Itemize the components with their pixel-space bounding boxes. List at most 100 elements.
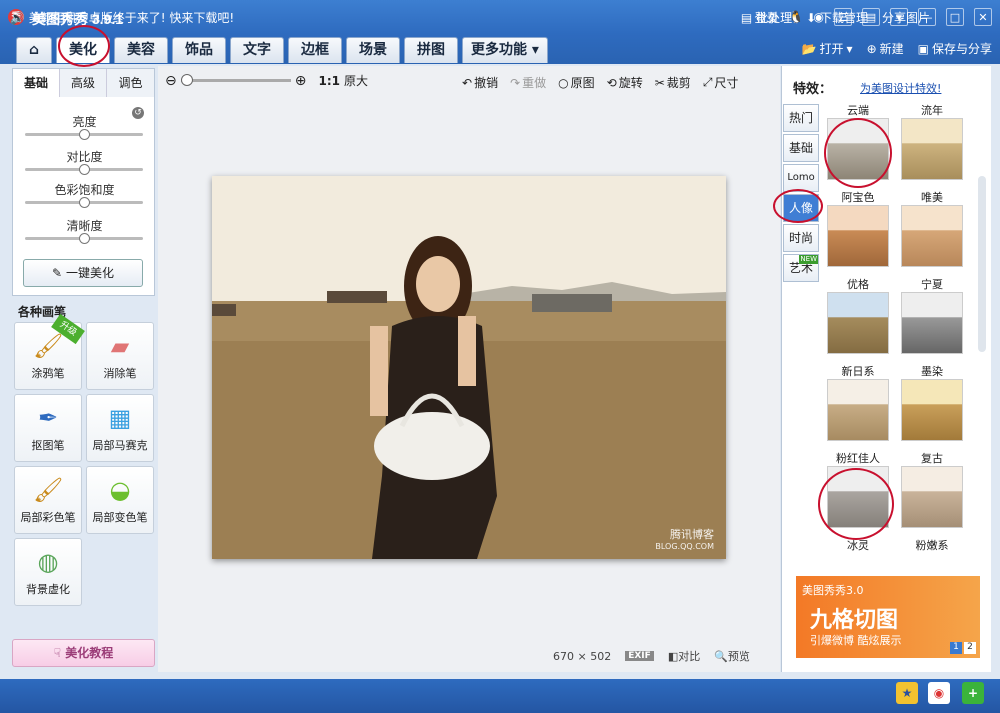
paintbrush-icon: 🖌 xyxy=(33,332,64,360)
background-blur-button[interactable]: ◍ 背景虚化 xyxy=(14,538,82,606)
original-button[interactable]: ○ 原图 xyxy=(558,74,595,91)
open-button[interactable]: 📂 打开 ▾ xyxy=(802,40,853,57)
subtab-advanced[interactable]: 高级 xyxy=(60,69,107,97)
brightness-slider[interactable] xyxy=(25,129,143,140)
photo-dimensions: 670 × 502 xyxy=(553,650,611,663)
tab-beauty[interactable]: 美容 xyxy=(114,37,168,63)
recolor-brush-button[interactable]: ◒ 局部变色笔 xyxy=(86,466,154,534)
effect-fugu[interactable]: 复古 xyxy=(900,450,964,529)
effect-fennenxi-label[interactable]: 粉嫩系 xyxy=(900,537,964,553)
tab-more[interactable]: 更多功能 ▾ xyxy=(462,37,548,63)
effect-thumb xyxy=(901,292,963,354)
contrast-slider[interactable] xyxy=(25,164,143,175)
zoom-in-icon[interactable]: ⊕ xyxy=(295,73,307,89)
tab-collage[interactable]: 拼图 xyxy=(404,37,458,63)
cutout-brush-button[interactable]: ✒ 抠图笔 xyxy=(14,394,82,462)
recolor-label: 局部变色笔 xyxy=(92,511,148,524)
weibo-share-icon[interactable]: ◉ xyxy=(928,682,950,704)
times-sign: × xyxy=(577,649,587,663)
effect-xinrixi[interactable]: 新日系 xyxy=(826,363,890,442)
effects-scrollbar[interactable] xyxy=(978,176,986,352)
effect-youge[interactable]: 优格 xyxy=(826,276,890,355)
brightness-thumb[interactable] xyxy=(79,129,90,140)
eraser-brush-button[interactable]: ▰ 消除笔 xyxy=(86,322,154,390)
design-effect-link[interactable]: 为美图设计特效! xyxy=(860,80,941,96)
saturation-slider[interactable] xyxy=(25,197,143,208)
save-share-button[interactable]: ▣ 保存与分享 xyxy=(918,40,992,57)
effect-thumb xyxy=(901,118,963,180)
photo-canvas[interactable]: 腾讯博客 BLOG.QQ.COM xyxy=(212,176,726,559)
maximize-button[interactable]: □ xyxy=(946,8,964,26)
batch-button[interactable]: ▤ 批处理 xyxy=(741,9,792,26)
undo-button[interactable]: ↶ 撤销 xyxy=(462,74,498,91)
blur-label: 背景虚化 xyxy=(26,583,70,596)
effect-liunian[interactable]: 流年 xyxy=(900,102,964,181)
redo-icon: ↷ xyxy=(510,75,521,90)
sharpness-slider[interactable] xyxy=(25,233,143,244)
add-icon[interactable]: + xyxy=(962,682,984,704)
batch-label: 批处理 xyxy=(756,11,793,25)
tab-scene[interactable]: 场景 xyxy=(346,37,400,63)
ad-banner[interactable]: 美图秀秀3.0 九格切图 引爆微博 酷炫展示 1 2 xyxy=(796,576,980,658)
tutorial-label: 美化教程 xyxy=(65,646,114,660)
star-icon[interactable]: ★ xyxy=(896,682,918,704)
redo-label: 重做 xyxy=(522,76,547,90)
zoom-slider[interactable] xyxy=(180,74,291,86)
watermark-url: BLOG.QQ.COM xyxy=(655,542,714,551)
ad-page-2[interactable]: 2 xyxy=(964,642,976,654)
effect-name: 粉红佳人 xyxy=(836,452,880,465)
eraser-label: 消除笔 xyxy=(103,367,137,380)
zoom-ratio[interactable]: 1:1 xyxy=(318,74,340,88)
ad-page-1[interactable]: 1 xyxy=(950,642,962,654)
size-button[interactable]: ⤢ 尺寸 xyxy=(703,74,739,91)
one-click-label: 一键美化 xyxy=(65,266,114,280)
category-hot[interactable]: 热门 xyxy=(783,104,819,132)
status-message[interactable]: 🔊 美颜相机安卓版终于来了! 快来下载吧! xyxy=(10,9,234,26)
mosaic-brush-button[interactable]: ▦ 局部马赛克 xyxy=(86,394,154,462)
saturation-thumb[interactable] xyxy=(79,197,90,208)
effect-thumb xyxy=(901,205,963,267)
tab-text[interactable]: 文字 xyxy=(230,37,284,63)
redo-button[interactable]: ↷ 重做 xyxy=(510,74,546,91)
subtab-basic[interactable]: 基础 xyxy=(13,69,60,97)
home-tab[interactable]: ⌂ xyxy=(16,37,52,63)
one-click-beautify-button[interactable]: ✎ 一键美化 xyxy=(23,259,143,287)
status-actions: ▤ 批处理 ⬇ 下载管理 分享图片 xyxy=(741,9,930,26)
tab-accessories[interactable]: 饰品 xyxy=(172,37,226,63)
share-image-button[interactable]: 分享图片 xyxy=(882,9,930,26)
effect-ningxia[interactable]: 宁夏 xyxy=(900,276,964,355)
beautify-tutorial-button[interactable]: ☟ 美化教程 xyxy=(12,639,155,667)
category-fashion[interactable]: 时尚 xyxy=(783,224,819,252)
category-art[interactable]: 艺术 NEW xyxy=(783,254,819,282)
ad-brand: 美图秀秀3.0 xyxy=(802,584,864,597)
color-brush-button[interactable]: 🖌 局部彩色笔 xyxy=(14,466,82,534)
save-label: 保存与分享 xyxy=(931,42,992,56)
effect-abaose[interactable]: 阿宝色 xyxy=(826,189,890,268)
compare-button[interactable]: ◧对比 xyxy=(668,648,700,664)
download-manager-button[interactable]: ⬇ 下载管理 xyxy=(806,9,868,26)
crop-button[interactable]: ✂ 裁剪 xyxy=(655,74,691,91)
zoom-out-icon[interactable]: ⊖ xyxy=(165,73,177,89)
close-button[interactable]: ✕ xyxy=(974,8,992,26)
new-button[interactable]: ⊕ 新建 xyxy=(867,40,904,57)
doodle-label: 涂鸦笔 xyxy=(31,367,65,380)
effect-thumb xyxy=(827,205,889,267)
rotate-button[interactable]: ⟲ 旋转 xyxy=(607,74,643,91)
effect-weimei[interactable]: 唯美 xyxy=(900,189,964,268)
category-lomo[interactable]: Lomo xyxy=(783,164,819,192)
sharpness-thumb[interactable] xyxy=(79,233,90,244)
ad-sub: 引爆微博 酷炫展示 xyxy=(810,634,902,647)
preview-button[interactable]: 🔍预览 xyxy=(714,648,750,664)
status-message-text: 美颜相机安卓版终于来了! 快来下载吧! xyxy=(28,11,235,25)
original-size-button[interactable]: 原大 xyxy=(344,72,368,89)
contrast-thumb[interactable] xyxy=(79,164,90,175)
edit-toolbar: ↶ 撤销 ↷ 重做 ○ 原图 ⟲ 旋转 ✂ 裁剪 ⤢ 尺寸 xyxy=(462,74,738,91)
tab-frame[interactable]: 边框 xyxy=(288,37,342,63)
exif-button[interactable]: EXIF xyxy=(625,651,654,661)
category-basic[interactable]: 基础 xyxy=(783,134,819,162)
doodle-brush-button[interactable]: 🖌 涂鸦笔 升级 xyxy=(14,313,85,390)
zoom-thumb[interactable] xyxy=(180,74,193,86)
effects-title: 特效： xyxy=(793,82,833,97)
effect-moran[interactable]: 墨染 xyxy=(900,363,964,442)
subtab-color[interactable]: 调色 xyxy=(107,69,154,97)
